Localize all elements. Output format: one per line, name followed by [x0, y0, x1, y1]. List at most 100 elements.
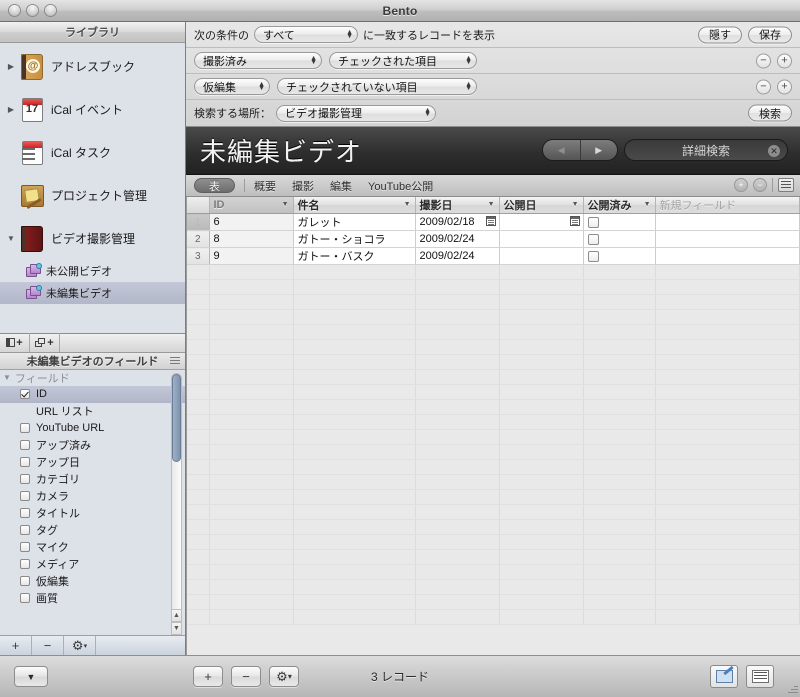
cell-shot-date[interactable]: 2009/02/24	[415, 230, 500, 248]
cell-published[interactable]	[583, 213, 656, 231]
field-row[interactable]: タイトル	[0, 505, 185, 522]
cell-subject[interactable]: ガレット	[293, 213, 416, 231]
column-header-new-field[interactable]: 新規フィールド	[655, 197, 800, 214]
field-row[interactable]: マイク	[0, 539, 185, 556]
field-checkbox[interactable]	[20, 559, 30, 569]
stepper-arrows-icon[interactable]: ▲ ▼	[465, 81, 472, 92]
field-checkbox[interactable]	[20, 423, 30, 433]
add-field-button[interactable]: +	[0, 636, 32, 655]
disclosure-triangle-icon[interactable]: ▶	[4, 105, 18, 114]
search-scope-select[interactable]: ビデオ撮影管理 ▲ ▼	[276, 104, 436, 122]
disclosure-triangle-icon[interactable]: ▶	[4, 62, 18, 71]
resize-grip-icon[interactable]	[170, 356, 180, 366]
match-mode-select[interactable]: すべて ▲ ▼	[254, 26, 358, 43]
chevron-down-icon[interactable]: ▼	[3, 373, 11, 382]
field-checkbox[interactable]	[20, 491, 30, 501]
column-header-subject[interactable]: 件名 ▼	[293, 197, 416, 214]
table-view-button[interactable]	[746, 665, 774, 688]
field-row[interactable]: カメラ	[0, 488, 185, 505]
fields-scrollbar[interactable]	[171, 372, 182, 615]
cell-id[interactable]: 8	[209, 230, 294, 248]
calendar-icon[interactable]	[569, 216, 580, 226]
stepper-arrows-icon[interactable]: ▲ ▼	[424, 107, 431, 118]
tab-shooting[interactable]: 撮影	[292, 178, 314, 194]
cell-new-field[interactable]	[655, 230, 800, 248]
cell-new-field[interactable]	[655, 247, 800, 265]
search-button[interactable]: 検索	[748, 104, 792, 122]
new-field-set-icon[interactable]: +	[30, 333, 60, 352]
window-controls[interactable]	[8, 4, 57, 17]
window-resize-handle[interactable]	[786, 683, 798, 695]
cell-published[interactable]	[583, 230, 656, 248]
cell-new-field[interactable]	[655, 213, 800, 231]
minimize-button[interactable]	[26, 4, 39, 17]
close-button[interactable]	[8, 4, 21, 17]
table-row[interactable]: 2 8 ガトー・ショコラ 2009/02/24	[187, 230, 800, 248]
cell-shot-date[interactable]: 2009/02/18	[415, 213, 500, 231]
column-header-pub-date[interactable]: 公開日 ▼	[499, 197, 584, 214]
field-row[interactable]: 仮編集	[0, 573, 185, 590]
cell-shot-date[interactable]: 2009/02/24	[415, 247, 500, 265]
scroll-up-icon[interactable]: ▲	[171, 609, 182, 622]
chevron-down-icon[interactable]: ▼	[644, 201, 651, 208]
clear-search-icon[interactable]: ✕	[768, 145, 780, 157]
criteria-condition-select-1[interactable]: チェックされた項目 ▲ ▼	[329, 52, 477, 69]
form-view-button[interactable]	[710, 665, 738, 688]
view-toggle-icon[interactable]	[778, 178, 794, 192]
sidebar-item-ical-events[interactable]: ▶ 17 iCal イベント	[0, 88, 185, 131]
add-criteria-button[interactable]: +	[777, 79, 792, 94]
chevron-down-icon[interactable]: ▼	[404, 201, 411, 208]
new-field-icon[interactable]: +	[0, 333, 30, 352]
tab-youtube-publish[interactable]: YouTube公開	[368, 178, 433, 194]
field-row[interactable]: URL リスト	[0, 403, 185, 420]
field-row[interactable]: YouTube URL	[0, 420, 185, 437]
sidebar-item-address-book[interactable]: ▶ @ アドレスブック	[0, 45, 185, 88]
column-header-shot-date[interactable]: 撮影日 ▼	[415, 197, 500, 214]
field-action-button[interactable]: ⚙ ▾	[64, 636, 96, 655]
record-nav-segmented[interactable]: ◀ ▶	[542, 139, 618, 161]
chevron-down-icon[interactable]: ▼	[488, 201, 495, 208]
published-checkbox[interactable]	[587, 217, 599, 228]
field-checkbox[interactable]	[20, 542, 30, 552]
remove-criteria-button[interactable]: −	[756, 79, 771, 94]
fields-group-header[interactable]: ▼ フィールド	[0, 370, 185, 386]
published-checkbox[interactable]	[587, 234, 599, 245]
stepper-arrows-icon[interactable]: ▲ ▼	[258, 81, 265, 92]
cell-id[interactable]: 6	[209, 213, 294, 231]
remove-field-button[interactable]: −	[32, 636, 64, 655]
sidebar-item-ical-tasks[interactable]: iCal タスク	[0, 131, 185, 174]
field-row[interactable]: カテゴリ	[0, 471, 185, 488]
criteria-field-select-1[interactable]: 撮影済み ▲ ▼	[194, 52, 322, 69]
add-criteria-button[interactable]: +	[777, 53, 792, 68]
field-row[interactable]: メディア	[0, 556, 185, 573]
sidebar-item-project[interactable]: プロジェクト管理	[0, 174, 185, 217]
sidebar-subitem-unpublished[interactable]: 未公開ビデオ	[0, 260, 185, 282]
advanced-search-field[interactable]: 詳細検索 ✕	[624, 139, 788, 161]
cell-id[interactable]: 9	[209, 247, 294, 265]
criteria-field-select-2[interactable]: 仮編集 ▲ ▼	[194, 78, 270, 95]
stepper-arrows-icon[interactable]: ▲ ▼	[310, 55, 317, 66]
tab-editing[interactable]: 編集	[330, 178, 352, 194]
field-checkbox[interactable]	[20, 593, 30, 603]
prev-record-button[interactable]: ◀	[543, 140, 581, 160]
column-header-id[interactable]: ID ▼	[209, 197, 294, 214]
add-record-icon[interactable]: +	[734, 178, 748, 192]
save-button[interactable]: 保存	[748, 26, 792, 43]
chevron-down-icon[interactable]: ▼	[572, 201, 579, 208]
field-row[interactable]: アップ日	[0, 454, 185, 471]
table-row[interactable]: 3 9 ガトー・バスク 2009/02/24	[187, 247, 800, 265]
chevron-down-icon[interactable]: ▼	[282, 201, 289, 208]
field-checkbox[interactable]	[20, 474, 30, 484]
field-row[interactable]: 画質	[0, 590, 185, 607]
calendar-icon[interactable]	[485, 216, 496, 226]
field-checkbox[interactable]	[20, 508, 30, 518]
stepper-arrows-icon[interactable]: ▲ ▼	[346, 29, 353, 40]
cell-pub-date[interactable]	[499, 230, 584, 248]
next-record-button[interactable]: ▶	[580, 140, 617, 160]
field-checkbox[interactable]	[20, 440, 30, 450]
field-row[interactable]: アップ済み	[0, 437, 185, 454]
hide-button[interactable]: 隠す	[698, 26, 742, 43]
column-header-published[interactable]: 公開済み ▼	[583, 197, 656, 214]
zoom-button[interactable]	[44, 4, 57, 17]
scrollbar-thumb[interactable]	[172, 373, 181, 462]
